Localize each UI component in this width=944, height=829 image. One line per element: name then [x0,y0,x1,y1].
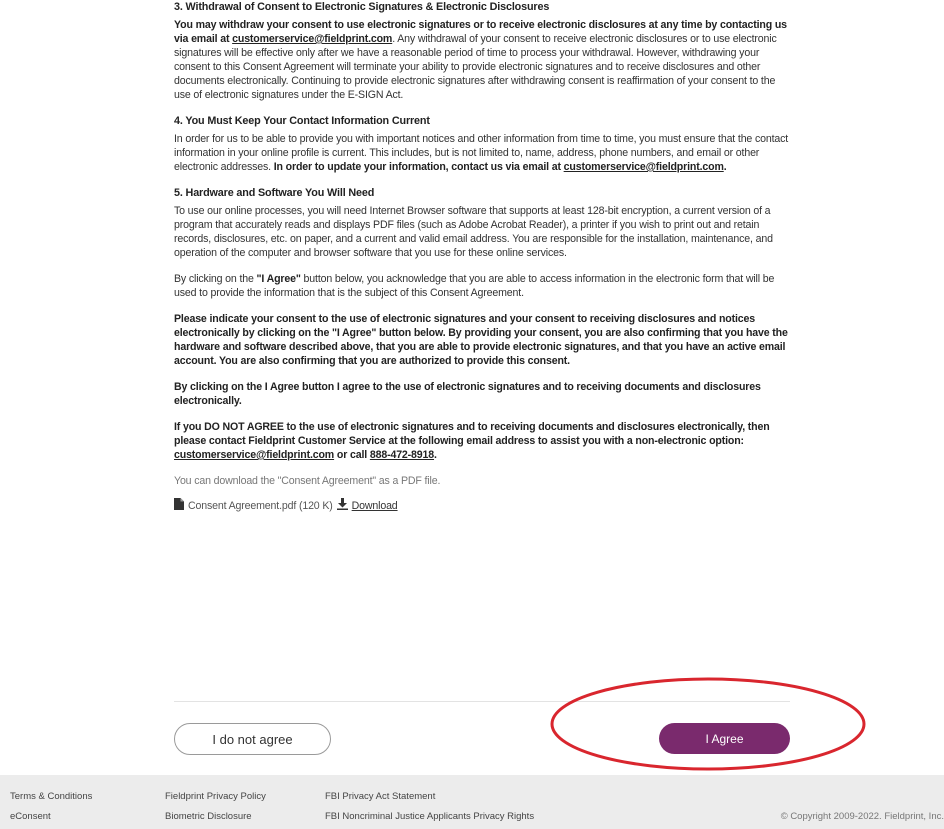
file-icon [174,498,184,514]
footer-link-fbi-noncriminal[interactable]: FBI Noncriminal Justice Applicants Priva… [325,807,534,827]
consent-content: 3. Withdrawal of Consent to Electronic S… [174,0,790,514]
download-link[interactable]: Download [352,499,398,513]
footer-link-privacy[interactable]: Fieldprint Privacy Policy [165,787,266,807]
section-5-title: 5. Hardware and Software You Will Need [174,187,375,199]
email-link[interactable]: customerservice@fieldprint.com [174,449,334,461]
download-note: You can download the "Consent Agreement"… [174,475,441,487]
copyright: © Copyright 2009-2022. Fieldprint, Inc. [780,811,944,822]
section-4-body: In order for us to be able to provide yo… [174,132,790,174]
ack-bold: "I Agree" [256,273,301,285]
indicate-bold: Please indicate your consent to the use … [174,313,788,367]
email-link[interactable]: customerservice@fieldprint.com [564,161,724,173]
footer-link-fbi-privacy[interactable]: FBI Privacy Act Statement [325,787,534,807]
divider [174,701,790,702]
section-3-title: 3. Withdrawal of Consent to Electronic S… [174,1,550,13]
section-4-end: . [723,161,727,173]
agree-paragraph: By clicking on the I Agree button I agre… [174,380,790,408]
section-5-body: To use our online processes, you will ne… [174,205,773,259]
not-agree-or: or call [334,449,370,461]
download-arrow-icon[interactable] [336,498,348,514]
attachment-row: Consent Agreement.pdf (120 K) Download [174,498,790,514]
attachment-filename: Consent Agreement.pdf (120 K) [188,500,333,512]
indicate-consent-paragraph: Please indicate your consent to the use … [174,312,790,368]
phone-link[interactable]: 888-472-8918 [370,449,434,461]
section-3-body: You may withdraw your consent to use ele… [174,18,790,102]
disagree-button[interactable]: I do not agree [174,723,331,755]
agree-button[interactable]: I Agree [659,723,790,754]
footer-link-terms[interactable]: Terms & Conditions [10,787,92,807]
footer-link-biometric[interactable]: Biometric Disclosure [165,807,266,827]
footer-link-econsent[interactable]: eConsent [10,807,92,827]
acknowledge-paragraph: By clicking on the "I Agree" button belo… [174,272,790,300]
section-4-bold: In order to update your information, con… [273,161,564,173]
footer-col-2: Fieldprint Privacy Policy Biometric Disc… [165,787,266,827]
not-agree-end: . [434,449,437,461]
footer: Terms & Conditions eConsent Fieldprint P… [0,775,944,829]
agree-bold: By clicking on the I Agree button I agre… [174,381,761,407]
not-agree-pre: If you DO NOT AGREE to the use of electr… [174,421,770,447]
section-4-title: 4. You Must Keep Your Contact Informatio… [174,115,430,127]
footer-col-3: FBI Privacy Act Statement FBI Noncrimina… [325,787,534,827]
ack-pre: By clicking on the [174,273,257,285]
not-agree-paragraph: If you DO NOT AGREE to the use of electr… [174,420,790,462]
email-link[interactable]: customerservice@fieldprint.com [232,33,392,45]
footer-col-1: Terms & Conditions eConsent [10,787,92,827]
